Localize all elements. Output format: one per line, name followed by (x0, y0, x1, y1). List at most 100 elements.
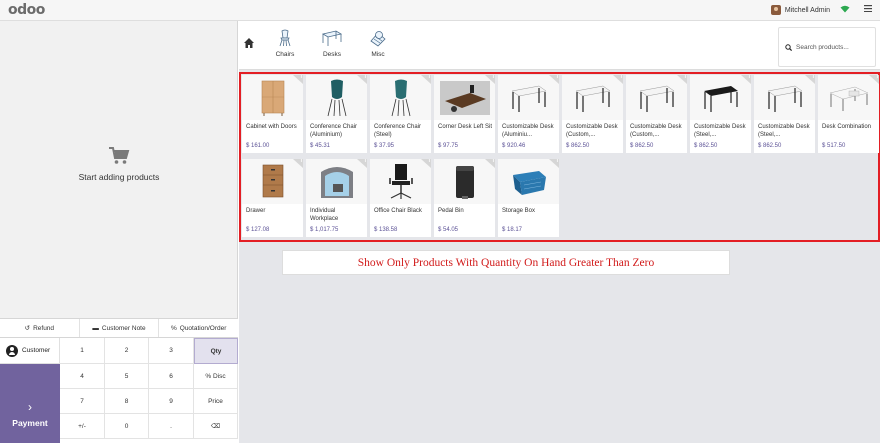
payment-button[interactable]: › Payment (0, 364, 60, 443)
key-6[interactable]: 6 (149, 364, 194, 389)
workplace-image (306, 159, 367, 204)
product-price: $ 138.58 (374, 227, 398, 233)
key-2[interactable]: 2 (105, 338, 149, 364)
product-name: Pedal Bin (438, 208, 464, 214)
storage-box-image (498, 159, 559, 204)
product-price: $ 97.75 (438, 143, 459, 149)
product-card[interactable]: Customizable Desk (Aluminiu... $ 920.46 (498, 75, 559, 153)
home-icon[interactable] (243, 37, 255, 49)
key-4[interactable]: 4 (60, 364, 105, 389)
product-price: $ 517.50 (822, 143, 846, 149)
office-chair-image (370, 159, 431, 204)
drawer-image (242, 159, 303, 204)
product-card[interactable]: Customizable Desk (Custom,... $ 862.50 (626, 75, 687, 153)
customer-note-label: Customer Note (101, 324, 146, 332)
product-card[interactable]: Conference Chair (Steel) $ 37.95 (370, 75, 431, 153)
numpad-area: Customer › Payment 1 2 3 Qty 4 5 6 % Dis… (0, 338, 238, 443)
key-5[interactable]: 5 (105, 364, 149, 389)
desk-icon (321, 30, 343, 46)
key-8[interactable]: 8 (105, 389, 149, 414)
corner-desk-image (434, 75, 495, 120)
product-name: Corner Desk Left Sit (438, 124, 493, 130)
product-name: Drawer (246, 208, 266, 214)
refund-button[interactable]: ↺ Refund (0, 319, 80, 337)
customer-button[interactable]: Customer (0, 338, 60, 364)
user-name: Mitchell Admin (784, 6, 830, 14)
key-1[interactable]: 1 (60, 338, 105, 364)
product-price: $ 1,017.75 (310, 227, 339, 233)
chair-icon (279, 29, 291, 47)
category-chairs[interactable]: Chairs (265, 29, 305, 58)
odoo-logo[interactable]: odoo (8, 2, 45, 18)
product-price: $ 37.95 (374, 143, 395, 149)
product-card[interactable]: Pedal Bin $ 54.05 (434, 159, 495, 237)
quotation-order-button[interactable]: % Quotation/Order (159, 319, 238, 337)
product-pane: Chairs Desks Misc Search products... i C… (239, 21, 880, 443)
product-name: Cabinet with Doors (246, 124, 297, 130)
desk-image (690, 75, 751, 120)
product-name: Conference Chair (Aluminium) (310, 124, 358, 138)
product-card[interactable]: Customizable Desk (Steel,... $ 862.50 (690, 75, 751, 153)
wifi-icon[interactable] (840, 5, 850, 15)
customer-note-button[interactable]: ▬ Customer Note (80, 319, 160, 337)
key-decimal[interactable]: . (149, 414, 194, 439)
product-name: Conference Chair (Steel) (374, 124, 422, 138)
category-desks[interactable]: Desks (312, 29, 352, 58)
product-card[interactable]: Individual Workplace $ 1,017.75 (306, 159, 367, 237)
desk-image (626, 75, 687, 120)
product-card[interactable]: Storage Box $ 18.17 (498, 159, 559, 237)
top-bar: odoo Mitchell Admin (0, 0, 880, 21)
product-price: $ 920.46 (502, 143, 526, 149)
product-name: Desk Combination (822, 124, 872, 130)
desk-image (562, 75, 623, 120)
payment-label: Payment (12, 418, 48, 428)
product-card[interactable]: Conference Chair (Aluminium) $ 45.31 (306, 75, 367, 153)
product-card[interactable]: Office Chair Black $ 138.58 (370, 159, 431, 237)
product-name: Customizable Desk (Aluminiu... (502, 124, 554, 138)
product-name: Individual Workplace (310, 208, 339, 222)
key-qty[interactable]: Qty (194, 338, 238, 364)
key-disc[interactable]: % Disc (194, 364, 238, 389)
category-label: Misc (371, 51, 385, 58)
product-card[interactable]: Customizable Desk (Custom,... $ 862.50 (562, 75, 623, 153)
category-misc[interactable]: Misc (358, 29, 398, 58)
pedal-bin-image (434, 159, 495, 204)
search-icon (785, 43, 792, 51)
product-card[interactable]: Corner Desk Left Sit $ 97.75 (434, 75, 495, 153)
misc-icon (370, 31, 386, 47)
customer-label: Customer (22, 347, 51, 354)
product-price: $ 862.50 (630, 143, 654, 149)
note-icon: ▬ (92, 324, 99, 332)
user-menu[interactable]: Mitchell Admin (770, 5, 830, 15)
key-price[interactable]: Price (194, 389, 238, 414)
menu-icon[interactable] (864, 4, 872, 15)
product-card[interactable]: Cabinet with Doors $ 161.00 (242, 75, 303, 153)
product-card[interactable]: Customizable Desk (Steel,... $ 862.50 (754, 75, 815, 153)
chevron-right-icon: › (28, 400, 32, 414)
product-name: Customizable Desk (Steel,... (694, 124, 746, 138)
product-price: $ 127.08 (246, 227, 270, 233)
refund-label: Refund (33, 324, 55, 332)
search-input[interactable] (796, 43, 866, 51)
key-0[interactable]: 0 (105, 414, 149, 439)
desk-image (754, 75, 815, 120)
key-9[interactable]: 9 (149, 389, 194, 414)
desk-image (498, 75, 559, 120)
product-name: Customizable Desk (Custom,... (630, 124, 682, 138)
product-name: Customizable Desk (Custom,... (566, 124, 618, 138)
product-price: $ 54.05 (438, 227, 459, 233)
chair-image (306, 75, 367, 120)
key-7[interactable]: 7 (60, 389, 105, 414)
key-3[interactable]: 3 (149, 338, 194, 364)
product-price: $ 862.50 (566, 143, 590, 149)
category-bar: Chairs Desks Misc (239, 21, 880, 70)
product-card[interactable]: Drawer $ 127.08 (242, 159, 303, 237)
numpad: 1 2 3 Qty 4 5 6 % Disc 7 8 9 Price +/- 0… (60, 338, 238, 443)
product-card[interactable]: Desk Combination $ 517.50 (818, 75, 879, 153)
category-label: Desks (322, 51, 342, 58)
empty-cart-label: Start adding products (78, 172, 160, 182)
key-plus-minus[interactable]: +/- (60, 414, 105, 439)
backspace-key[interactable]: ⌫ (194, 414, 238, 439)
product-price: $ 45.31 (310, 143, 331, 149)
order-pane: Start adding products ↺ Refund ▬ Custome… (0, 21, 238, 443)
